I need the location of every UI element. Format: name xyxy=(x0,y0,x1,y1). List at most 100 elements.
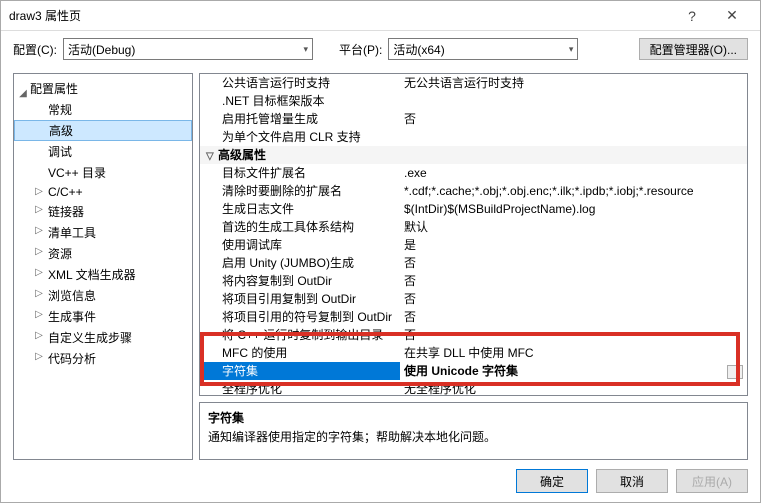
grid-value: 默认 xyxy=(400,218,747,236)
close-button[interactable]: ✕ xyxy=(712,1,752,30)
grid-key: 目标文件扩展名 xyxy=(200,164,400,182)
grid-value: 在共享 DLL 中使用 MFC xyxy=(400,344,747,362)
grid-key: 清除时要删除的扩展名 xyxy=(200,182,400,200)
grid-row[interactable]: 启用 Unity (JUMBO)生成否 xyxy=(200,254,747,272)
tree-item-label: 常规 xyxy=(48,103,72,117)
tree-item[interactable]: ▷清单工具 xyxy=(14,222,192,243)
grid-value[interactable]: 使用 Unicode 字符集 xyxy=(400,362,747,380)
description-panel: 字符集 通知编译器使用指定的字符集；帮助解决本地化问题。 xyxy=(199,402,748,460)
tree-item[interactable]: ▷自定义生成步骤 xyxy=(14,327,192,348)
grid-row[interactable]: 字符集使用 Unicode 字符集 xyxy=(200,362,747,380)
grid-row[interactable]: 将项目引用的符号复制到 OutDir否 xyxy=(200,308,747,326)
chevron-down-icon: ▾ xyxy=(303,44,308,55)
grid-row[interactable]: 首选的生成工具体系结构默认 xyxy=(200,218,747,236)
grid-value: .exe xyxy=(400,164,747,182)
grid-key: 启用托管增量生成 xyxy=(200,110,400,128)
grid-row[interactable]: 目标文件扩展名.exe xyxy=(200,164,747,182)
tree-item-label: 浏览信息 xyxy=(48,289,96,303)
tree[interactable]: ◢配置属性 常规高级调试VC++ 目录▷C/C++▷链接器▷清单工具▷资源▷XM… xyxy=(13,73,193,460)
expand-arrow-icon: ▷ xyxy=(34,225,44,236)
grid-row[interactable]: MFC 的使用在共享 DLL 中使用 MFC xyxy=(200,344,747,362)
grid-row[interactable]: 将 C++ 运行时复制到输出目录否 xyxy=(200,326,747,344)
tree-item[interactable]: ▷ 链接器 xyxy=(14,201,192,222)
grid-value: 否 xyxy=(400,272,747,290)
tree-item[interactable]: ▷XML 文档生成器 xyxy=(14,264,192,285)
grid-key: ▽高级属性 xyxy=(200,146,400,164)
grid-row[interactable]: .NET 目标框架版本 xyxy=(200,92,747,110)
tree-item-label: 链接器 xyxy=(48,205,84,219)
tree-item[interactable]: 高级 xyxy=(14,120,192,141)
grid-row[interactable]: 清除时要删除的扩展名*.cdf;*.cache;*.obj;*.obj.enc;… xyxy=(200,182,747,200)
tree-item-label: 高级 xyxy=(49,124,73,138)
config-manager-button[interactable]: 配置管理器(O)... xyxy=(639,38,748,60)
collapse-arrow-icon: ▽ xyxy=(206,148,218,164)
config-label: 配置(C): xyxy=(13,41,57,58)
window-title: draw3 属性页 xyxy=(9,7,672,24)
tree-item[interactable]: ▷生成事件 xyxy=(14,306,192,327)
grid-row[interactable]: 全程序优化无全程序优化 xyxy=(200,380,747,396)
grid-row[interactable]: 将项目引用复制到 OutDir否 xyxy=(200,290,747,308)
tree-item[interactable]: 常规 xyxy=(14,99,192,120)
grid-key: 启用 Unity (JUMBO)生成 xyxy=(200,254,400,272)
grid-group-header[interactable]: ▽高级属性 xyxy=(200,146,747,164)
grid-row[interactable]: 使用调试库是 xyxy=(200,236,747,254)
grid-value: 否 xyxy=(400,308,747,326)
config-select[interactable]: 活动(Debug) ▾ xyxy=(63,38,313,60)
expand-arrow-icon: ▷ xyxy=(34,246,44,257)
grid-row[interactable]: 生成日志文件$(IntDir)$(MSBuildProjectName).log xyxy=(200,200,747,218)
expand-arrow-icon: ▷ xyxy=(34,288,44,299)
grid-value: 是 xyxy=(400,236,747,254)
help-button[interactable]: ? xyxy=(672,1,712,30)
grid-value: 否 xyxy=(400,254,747,272)
grid-key: MFC 的使用 xyxy=(200,344,400,362)
grid-value: 否 xyxy=(400,326,747,344)
tree-item-label: 调试 xyxy=(48,145,72,159)
grid-key: 将项目引用的符号复制到 OutDir xyxy=(200,308,400,326)
description-title: 字符集 xyxy=(208,409,739,426)
grid-key: 首选的生成工具体系结构 xyxy=(200,218,400,236)
grid-key: 公共语言运行时支持 xyxy=(200,74,400,92)
grid-key: 将 C++ 运行时复制到输出目录 xyxy=(200,326,400,344)
grid-key: 生成日志文件 xyxy=(200,200,400,218)
tree-item[interactable]: 调试 xyxy=(14,141,192,162)
tree-item-label: XML 文档生成器 xyxy=(48,268,136,282)
grid-row[interactable]: 公共语言运行时支持无公共语言运行时支持 xyxy=(200,74,747,92)
grid-key: 为单个文件启用 CLR 支持 xyxy=(200,128,400,146)
tree-item[interactable]: VC++ 目录 xyxy=(14,162,192,183)
grid-row[interactable]: 启用托管增量生成否 xyxy=(200,110,747,128)
grid-key: 全程序优化 xyxy=(200,380,400,396)
description-text: 通知编译器使用指定的字符集；帮助解决本地化问题。 xyxy=(208,428,739,445)
cancel-button[interactable]: 取消 xyxy=(596,469,668,493)
footer: 确定 取消 应用(A) xyxy=(1,460,760,502)
grid-key: 使用调试库 xyxy=(200,236,400,254)
expand-arrow-icon: ▷ xyxy=(34,204,44,215)
tree-item-label: C/C++ xyxy=(48,185,83,199)
tree-item[interactable]: ▷C/C++ xyxy=(14,183,192,201)
grid-value xyxy=(400,146,747,164)
property-grid[interactable]: 公共语言运行时支持无公共语言运行时支持.NET 目标框架版本启用托管增量生成否为… xyxy=(199,73,748,396)
grid-key: 将项目引用复制到 OutDir xyxy=(200,290,400,308)
grid-key: 将内容复制到 OutDir xyxy=(200,272,400,290)
grid-row[interactable]: 为单个文件启用 CLR 支持 xyxy=(200,128,747,146)
expand-arrow-icon: ▷ xyxy=(34,309,44,320)
grid-value: *.cdf;*.cache;*.obj;*.obj.enc;*.ilk;*.ip… xyxy=(400,182,747,200)
grid-value xyxy=(400,128,747,146)
ok-button[interactable]: 确定 xyxy=(516,469,588,493)
tree-item-label: 资源 xyxy=(48,247,72,261)
grid-value: $(IntDir)$(MSBuildProjectName).log xyxy=(400,200,747,218)
tree-item[interactable]: ▷ 浏览信息 xyxy=(14,285,192,306)
chevron-down-icon: ▾ xyxy=(569,44,574,55)
tree-item[interactable]: ▷ 资源 xyxy=(14,243,192,264)
expand-arrow-icon: ◢ xyxy=(18,88,28,99)
grid-key: 字符集 xyxy=(200,362,400,380)
apply-button[interactable]: 应用(A) xyxy=(676,469,748,493)
grid-row[interactable]: 将内容复制到 OutDir否 xyxy=(200,272,747,290)
expand-arrow-icon: ▷ xyxy=(34,351,44,362)
tree-item-label: 代码分析 xyxy=(48,352,96,366)
property-page-window: draw3 属性页 ? ✕ 配置(C): 活动(Debug) ▾ 平台(P): … xyxy=(0,0,761,503)
grid-value xyxy=(400,92,747,110)
grid-value: 无全程序优化 xyxy=(400,380,747,396)
tree-item[interactable]: ▷ 代码分析 xyxy=(14,348,192,369)
platform-select[interactable]: 活动(x64) ▾ xyxy=(388,38,578,60)
tree-root[interactable]: ◢配置属性 xyxy=(14,78,192,99)
